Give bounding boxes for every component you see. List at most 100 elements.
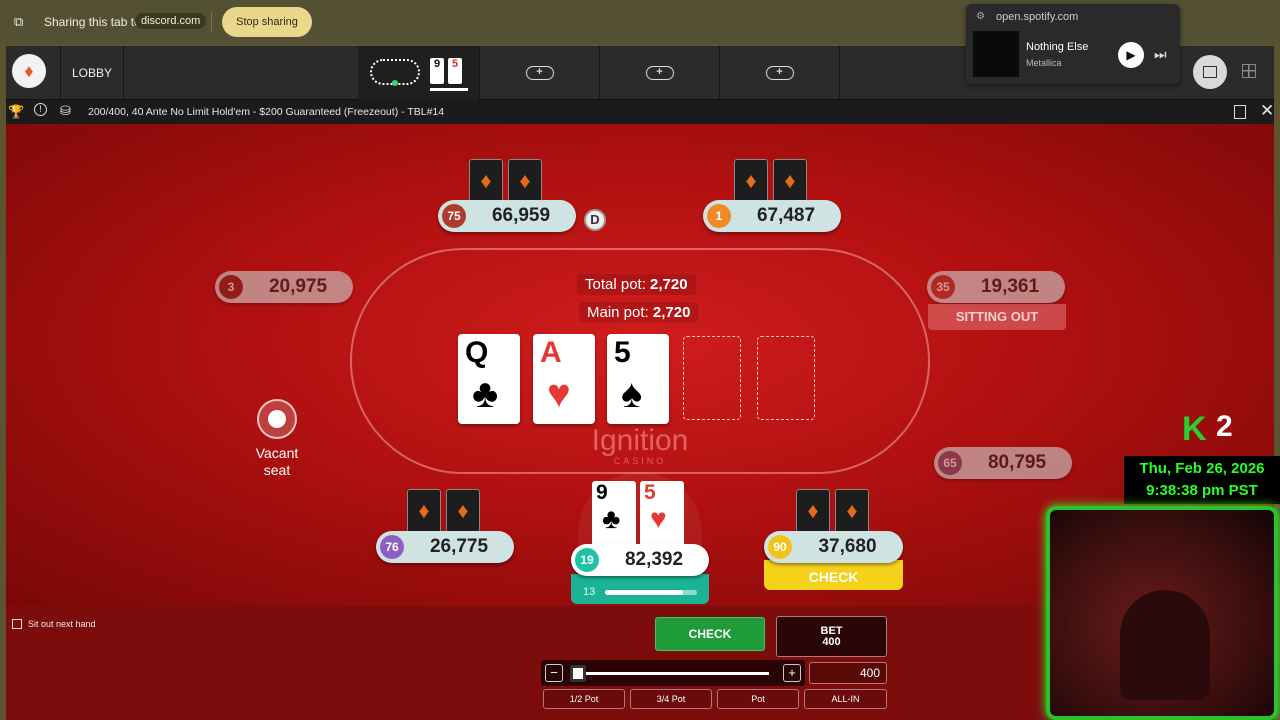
all-in-button[interactable]: ALL-IN — [804, 689, 887, 709]
window-icon — [1203, 66, 1217, 78]
bet-button[interactable]: BET 400 — [776, 616, 887, 657]
info-icon[interactable]: ! — [34, 103, 47, 116]
club-icon: ♣ — [602, 503, 621, 534]
seat-badge: 1 — [707, 204, 731, 228]
player-seat[interactable]: 1 67,487 — [703, 200, 841, 232]
board-card: A ♥ — [533, 334, 595, 424]
stack-amount: 67,487 — [756, 205, 816, 226]
card-back: ♦ — [734, 159, 768, 203]
card-back: ♦ — [446, 489, 480, 533]
card-back: ♦ — [469, 159, 503, 203]
player-seat[interactable]: 35 19,361 — [927, 271, 1065, 303]
action-label: CHECK — [764, 560, 903, 590]
half-pot-button[interactable]: 1/2 Pot — [543, 689, 625, 709]
table-title: 200/400, 40 Ante No Limit Hold'em - $200… — [88, 106, 445, 118]
vacant-seat-label: Vacant seat — [255, 445, 299, 478]
timer-seconds: 13 — [583, 586, 596, 598]
seat-badge: 65 — [938, 451, 962, 475]
timer-bar — [605, 590, 684, 595]
plus-icon: + — [525, 66, 554, 80]
viewer-count: 2 — [1216, 410, 1233, 443]
add-table-tab[interactable]: + — [480, 46, 600, 100]
heart-icon: ♥ — [547, 372, 571, 416]
trophy-icon[interactable]: 🏆 — [8, 104, 24, 120]
player-seat[interactable]: 65 80,795 — [934, 447, 1072, 479]
hero-seat[interactable]: 19 82,392 — [571, 544, 709, 576]
card-back: ♦ — [773, 159, 807, 203]
track-title: Nothing Else — [1026, 41, 1089, 53]
cashier-icon[interactable]: ⛁ — [60, 103, 71, 119]
vacant-seat-button[interactable] — [257, 399, 297, 439]
table-title-bar: 🏆 ! ⛁ 200/400, 40 Ante No Limit Hold'em … — [6, 100, 1274, 124]
bet-slider-track — [575, 672, 769, 675]
stack-amount: 80,795 — [987, 452, 1047, 473]
add-table-tab[interactable]: + — [720, 46, 840, 100]
close-icon[interactable]: ✕ — [1260, 101, 1274, 121]
board-card: 5 ♠ — [607, 334, 669, 424]
hero-card: 9 ♣ — [592, 481, 636, 547]
plus-icon: + — [645, 66, 674, 80]
player-seat[interactable]: 90 37,680 — [764, 531, 903, 563]
bet-increase-button[interactable]: + — [783, 664, 801, 682]
media-popup: ⚙ open.spotify.com Nothing Else Metallic… — [966, 4, 1180, 84]
main-pot: Main pot: 2,720 — [579, 302, 699, 323]
stack-amount: 82,392 — [624, 549, 684, 570]
check-button[interactable]: CHECK — [655, 617, 765, 651]
bet-amount-input[interactable]: 400 — [809, 662, 887, 684]
stream-clock: Thu, Feb 26, 2026 9:38:38 pm PST — [1124, 456, 1280, 504]
ignition-logo: Ignition — [591, 424, 689, 457]
play-icon: ▶ — [1126, 48, 1136, 62]
play-button[interactable]: ▶ — [1118, 42, 1144, 68]
sitting-out-label: SITTING OUT — [928, 304, 1066, 330]
seat-badge: 90 — [768, 535, 792, 559]
spade-icon: ♠ — [621, 372, 643, 416]
tile-view-icon[interactable] — [1242, 64, 1256, 78]
player-seat[interactable]: 76 26,775 — [376, 531, 514, 563]
seat-badge: 3 — [219, 275, 243, 299]
pot-button[interactable]: Pot — [717, 689, 799, 709]
total-pot: Total pot: 2,720 — [577, 274, 696, 295]
card-back: ♦ — [796, 489, 830, 533]
site-settings-icon: ⚙ — [976, 11, 985, 22]
seat-badge: 75 — [442, 204, 466, 228]
hero-card: 5 ♥ — [640, 481, 684, 547]
seat-badge: 35 — [931, 275, 955, 299]
sit-out-checkbox[interactable] — [12, 619, 22, 629]
bet-decrease-button[interactable]: − — [545, 664, 563, 682]
sharing-text: Sharing this tab to — [44, 15, 141, 29]
table-tab[interactable]: 9 5 — [358, 46, 480, 100]
add-table-tab[interactable]: + — [600, 46, 720, 100]
share-screen-icon: ⧉ — [14, 14, 24, 29]
ignition-logo-icon[interactable]: ♦ — [12, 54, 46, 88]
stack-amount: 66,959 — [491, 205, 551, 226]
ignition-logo-sub: CASINO — [613, 456, 667, 466]
mini-card: 9 — [430, 58, 444, 84]
player-seat[interactable]: 3 20,975 — [215, 271, 353, 303]
single-view-button[interactable] — [1193, 55, 1227, 89]
album-art — [973, 31, 1019, 77]
club-icon: ♣ — [472, 372, 499, 416]
seat-badge: 76 — [380, 535, 404, 559]
stack-amount: 20,975 — [268, 276, 328, 297]
media-host: open.spotify.com — [996, 11, 1079, 23]
webcam-feed — [1046, 506, 1278, 720]
next-track-icon[interactable]: ⏭ — [1154, 46, 1167, 63]
mini-card: 5 — [448, 58, 462, 84]
three-quarter-pot-button[interactable]: 3/4 Pot — [630, 689, 712, 709]
sharing-target: discord.com — [135, 13, 207, 29]
active-seat-dot — [392, 80, 398, 86]
card-back: ♦ — [835, 489, 869, 533]
lobby-tab[interactable]: LOBBY — [60, 46, 124, 100]
stop-sharing-button[interactable]: Stop sharing — [222, 7, 312, 37]
player-seat[interactable]: 75 66,959 — [438, 200, 576, 232]
seat-badge: 19 — [575, 548, 599, 572]
card-back: ♦ — [508, 159, 542, 203]
card-back: ♦ — [407, 489, 441, 533]
streamer-silhouette — [1120, 590, 1210, 700]
plus-icon: + — [765, 66, 794, 80]
bet-slider-handle[interactable] — [570, 665, 586, 682]
stack-amount: 19,361 — [980, 276, 1040, 297]
layout-toggle-icon[interactable] — [1234, 105, 1246, 119]
stack-amount: 26,775 — [429, 536, 489, 557]
dealer-button: D — [584, 209, 606, 231]
